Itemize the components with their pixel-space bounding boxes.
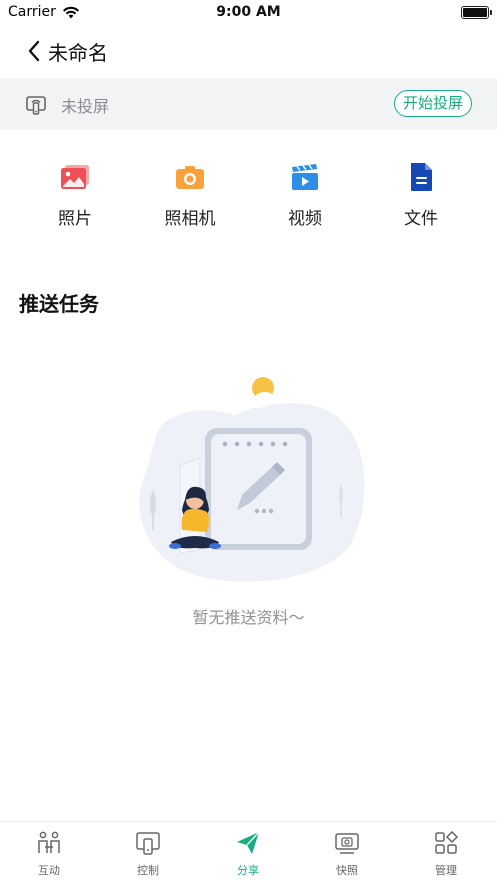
- tab-manage-label: 管理: [435, 864, 457, 877]
- tab-snapshot[interactable]: 快照: [317, 830, 377, 878]
- status-time: 9:00 AM: [216, 4, 281, 20]
- battery-icon: [461, 6, 492, 19]
- share-video-button[interactable]: 视频: [265, 160, 345, 229]
- cast-bar: 未投屏 开始投屏: [0, 78, 497, 130]
- share-video-label: 视频: [288, 209, 322, 229]
- empty-state-text: 暂无推送资料～: [192, 608, 305, 627]
- tab-snapshot-label: 快照: [336, 864, 358, 877]
- tab-share-label: 分享: [237, 864, 259, 877]
- share-camera-button[interactable]: 照相机: [150, 160, 230, 229]
- start-cast-button[interactable]: 开始投屏: [393, 90, 472, 117]
- page-title: 未命名: [48, 41, 108, 65]
- tab-interact-label: 互动: [38, 864, 60, 877]
- remote-icon: [136, 832, 160, 855]
- photo-icon: [61, 165, 89, 189]
- camera-icon: [176, 166, 204, 189]
- manage-icon: [435, 830, 459, 854]
- nav-bar: 未命名: [0, 28, 497, 74]
- share-camera-label: 照相机: [164, 209, 216, 229]
- share-file-button[interactable]: 文件: [381, 160, 461, 229]
- send-icon: [237, 831, 260, 854]
- tab-share[interactable]: 分享: [218, 830, 278, 878]
- snapshot-icon: [335, 833, 359, 854]
- tab-bar: 互动 控制 分享 快照 管理: [0, 821, 497, 883]
- cast-status-text: 未投屏: [61, 97, 110, 116]
- back-button[interactable]: [22, 38, 46, 64]
- file-icon: [411, 163, 432, 191]
- tab-interact[interactable]: 互动: [19, 830, 79, 878]
- tab-manage[interactable]: 管理: [416, 830, 476, 878]
- empty-state-illustration: [139, 377, 365, 582]
- interact-icon: [38, 831, 60, 853]
- share-file-label: 文件: [404, 209, 438, 229]
- share-options: 照片 照相机 视频 文件: [0, 160, 497, 230]
- share-photo-button[interactable]: 照片: [35, 160, 115, 229]
- share-photo-label: 照片: [58, 209, 92, 229]
- screen-cast-icon: [26, 96, 46, 115]
- video-icon: [292, 164, 318, 190]
- section-title: 推送任务: [19, 292, 99, 316]
- tab-control-label: 控制: [137, 864, 159, 877]
- tab-control[interactable]: 控制: [118, 830, 178, 878]
- status-bar: Carrier 9:00 AM: [0, 0, 497, 26]
- chevron-left-icon: [28, 40, 40, 62]
